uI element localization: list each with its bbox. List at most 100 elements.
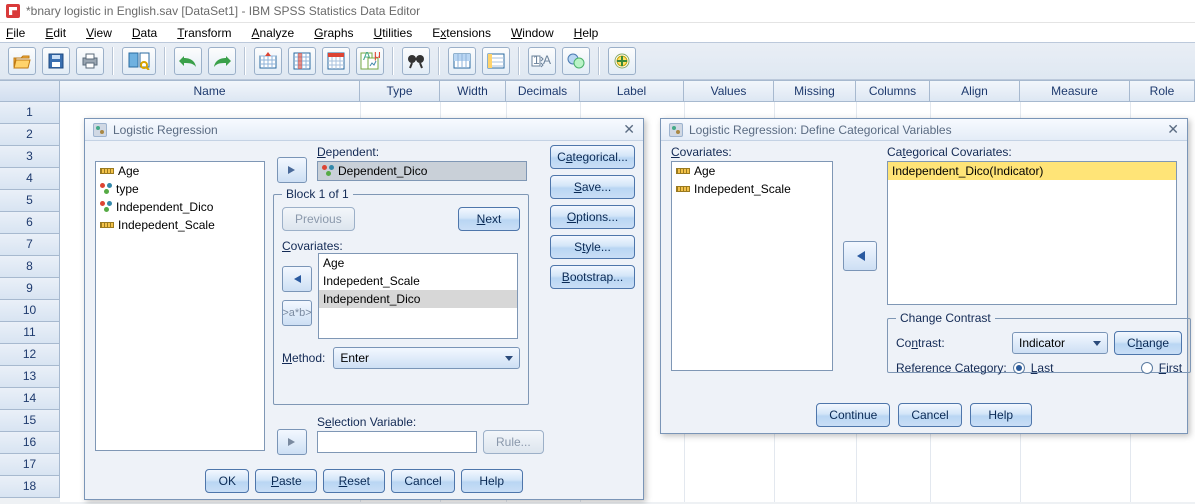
col-width[interactable]: Width (440, 81, 506, 101)
row-header[interactable]: 7 (0, 234, 60, 256)
row-header[interactable]: 1 (0, 102, 60, 124)
continue-button[interactable]: Continue (816, 403, 890, 427)
dialog-icon (669, 123, 683, 137)
menu-edit[interactable]: Edit (45, 26, 66, 40)
covariate-item: Indepedent_Scale (319, 272, 517, 290)
cancel-button[interactable]: Cancel (898, 403, 961, 427)
menu-graphs[interactable]: Graphs (314, 26, 353, 40)
col-type[interactable]: Type (360, 81, 440, 101)
row-header[interactable]: 3 (0, 146, 60, 168)
selection-variable-field[interactable] (317, 431, 477, 453)
refcat-first-radio[interactable] (1141, 362, 1153, 374)
undo-icon[interactable] (174, 47, 202, 75)
col-label[interactable]: Label (580, 81, 684, 101)
col-missing[interactable]: Missing (774, 81, 856, 101)
change-button[interactable]: Change (1114, 331, 1182, 355)
row-header[interactable]: 9 (0, 278, 60, 300)
covariates-list[interactable]: Age Indepedent_Scale Independent_Dico (318, 253, 518, 339)
close-icon[interactable]: ✕ (1167, 121, 1179, 138)
menu-window[interactable]: Window (511, 26, 554, 40)
menu-extensions[interactable]: Extensions (432, 26, 491, 40)
help-button[interactable]: Help (461, 469, 523, 493)
rule-button: Rule... (483, 430, 544, 454)
row-header[interactable]: 15 (0, 410, 60, 432)
menu-analyze[interactable]: Analyze (251, 26, 294, 40)
row-header[interactable]: 11 (0, 322, 60, 344)
row-header[interactable]: 13 (0, 366, 60, 388)
reset-button[interactable]: Reset (323, 469, 385, 493)
covariates-available-list[interactable]: Age Indepedent_Scale (671, 161, 833, 371)
value-labels-icon[interactable] (562, 47, 590, 75)
use-sets-icon[interactable] (608, 47, 636, 75)
ok-button[interactable]: OK (205, 469, 249, 493)
menu-utilities[interactable]: Utilities (374, 26, 413, 40)
move-to-dependent-button[interactable] (277, 157, 307, 183)
col-measure[interactable]: Measure (1020, 81, 1130, 101)
save-button[interactable]: Save... (550, 175, 635, 199)
dlg1-titlebar[interactable]: Logistic Regression ✕ (85, 119, 643, 141)
redo-icon[interactable] (208, 47, 236, 75)
scale-icon (100, 222, 114, 228)
interaction-button[interactable]: >a*b> (282, 300, 312, 326)
move-to-selection-button[interactable] (277, 429, 307, 455)
goto-case-icon[interactable] (254, 47, 282, 75)
open-icon[interactable] (8, 47, 36, 75)
close-icon[interactable]: ✕ (623, 121, 635, 138)
recall-dialog-icon[interactable] (122, 47, 156, 75)
col-align[interactable]: Align (930, 81, 1020, 101)
run-descriptives-icon[interactable]: Aμ (356, 47, 384, 75)
method-select[interactable]: Enter (333, 347, 520, 369)
col-role[interactable]: Role (1130, 81, 1195, 101)
help-button[interactable]: Help (970, 403, 1032, 427)
row-header[interactable]: 5 (0, 190, 60, 212)
categorical-covariates-list[interactable]: Independent_Dico(Indicator) (887, 161, 1177, 305)
menu-help[interactable]: Help (574, 26, 599, 40)
col-name[interactable]: Name (60, 81, 360, 101)
grid-corner[interactable] (0, 81, 60, 101)
row-header[interactable]: 14 (0, 388, 60, 410)
refcat-last-radio[interactable] (1013, 362, 1025, 374)
menu-view[interactable]: View (86, 26, 112, 40)
row-header[interactable]: 18 (0, 476, 60, 498)
dependent-label: Dependent: (317, 145, 379, 159)
move-arrow-button[interactable] (843, 241, 877, 271)
options-button[interactable]: Options... (550, 205, 635, 229)
row-header[interactable]: 12 (0, 344, 60, 366)
select-cases-icon[interactable]: 1A (528, 47, 556, 75)
goto-variable-icon[interactable] (288, 47, 316, 75)
split-file-icon[interactable] (448, 47, 476, 75)
row-header[interactable]: 8 (0, 256, 60, 278)
move-to-covariates-button[interactable] (282, 266, 312, 292)
find-icon[interactable] (402, 47, 430, 75)
next-button[interactable]: Next (458, 207, 520, 231)
scale-icon (676, 168, 690, 174)
row-header[interactable]: 16 (0, 432, 60, 454)
weight-cases-icon[interactable] (482, 47, 510, 75)
style-button[interactable]: Style... (550, 235, 635, 259)
print-icon[interactable] (76, 47, 104, 75)
bootstrap-button[interactable]: Bootstrap... (550, 265, 635, 289)
paste-button[interactable]: Paste (255, 469, 317, 493)
categorical-button[interactable]: Categorical... (550, 145, 635, 169)
variables-icon[interactable] (322, 47, 350, 75)
row-header[interactable]: 4 (0, 168, 60, 190)
row-header[interactable]: 6 (0, 212, 60, 234)
block-label: Block 1 of 1 (282, 187, 353, 201)
method-label: Method: (282, 351, 325, 365)
contrast-select[interactable]: Indicator (1012, 332, 1108, 354)
menu-transform[interactable]: Transform (177, 26, 231, 40)
row-header[interactable]: 10 (0, 300, 60, 322)
menu-data[interactable]: Data (132, 26, 157, 40)
col-columns[interactable]: Columns (856, 81, 930, 101)
row-header[interactable]: 17 (0, 454, 60, 476)
categorical-covariate-item: Independent_Dico(Indicator) (888, 162, 1176, 180)
col-decimals[interactable]: Decimals (506, 81, 580, 101)
row-header[interactable]: 2 (0, 124, 60, 146)
dependent-field[interactable]: Dependent_Dico (317, 161, 527, 181)
source-variables-list[interactable]: Age type Independent_Dico Indepedent_Sca… (95, 161, 265, 451)
dlg2-titlebar[interactable]: Logistic Regression: Define Categorical … (661, 119, 1187, 141)
menu-file[interactable]: File (6, 26, 25, 40)
cancel-button[interactable]: Cancel (391, 469, 454, 493)
col-values[interactable]: Values (684, 81, 774, 101)
save-icon[interactable] (42, 47, 70, 75)
